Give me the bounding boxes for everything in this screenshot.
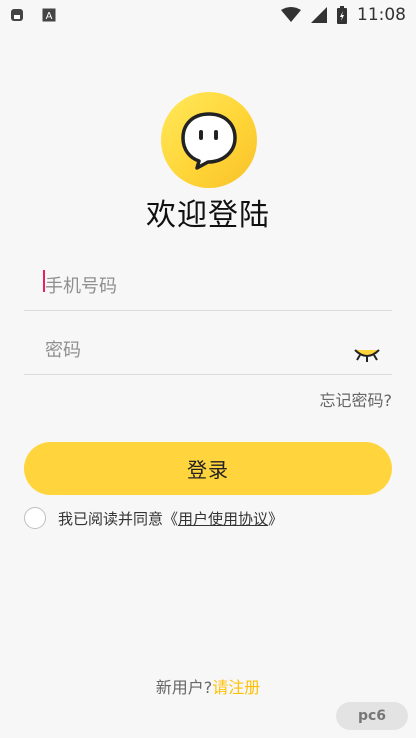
sim-card-icon: [10, 8, 24, 22]
status-bar: A 11:08: [0, 0, 416, 30]
agreement-checkbox[interactable]: [24, 507, 46, 529]
register-prefix: 新用户?: [155, 678, 213, 697]
eye-closed-icon[interactable]: [352, 342, 382, 364]
watermark-text: pc6: [357, 708, 387, 724]
status-right-icons: 11:08: [281, 5, 406, 25]
wifi-icon: [281, 7, 301, 23]
password-placeholder: 密码: [45, 340, 81, 361]
register-row: 新用户?请注册: [0, 674, 416, 698]
agreement-row: 我已阅读并同意 《 用户使用协议 》: [24, 507, 283, 529]
status-left-icons: A: [10, 8, 56, 22]
agreement-close-quote: 》: [268, 509, 284, 528]
password-field[interactable]: 密码: [24, 322, 392, 375]
app-logo: [161, 92, 257, 188]
status-time: 11:08: [357, 5, 406, 25]
phone-field[interactable]: 手机号码: [24, 258, 392, 311]
register-link[interactable]: 请注册: [212, 678, 260, 697]
forgot-password-link[interactable]: 忘记密码?: [320, 387, 393, 411]
agreement-prefix: 我已阅读并同意: [58, 509, 164, 528]
login-button-label: 登录: [187, 458, 229, 482]
watermark-logo: pc6: [336, 702, 408, 730]
a-letter-icon: A: [42, 8, 56, 22]
agreement-open-quote: 《: [163, 509, 179, 528]
chat-bubble-logo: [181, 112, 237, 170]
svg-text:A: A: [46, 11, 53, 22]
signal-icon: [311, 7, 327, 23]
login-button[interactable]: 登录: [24, 442, 392, 495]
page-title: 欢迎登陆: [146, 198, 270, 233]
phone-placeholder: 手机号码: [45, 276, 117, 297]
user-agreement-link[interactable]: 用户使用协议: [178, 508, 268, 529]
battery-charging-icon: [337, 6, 347, 24]
